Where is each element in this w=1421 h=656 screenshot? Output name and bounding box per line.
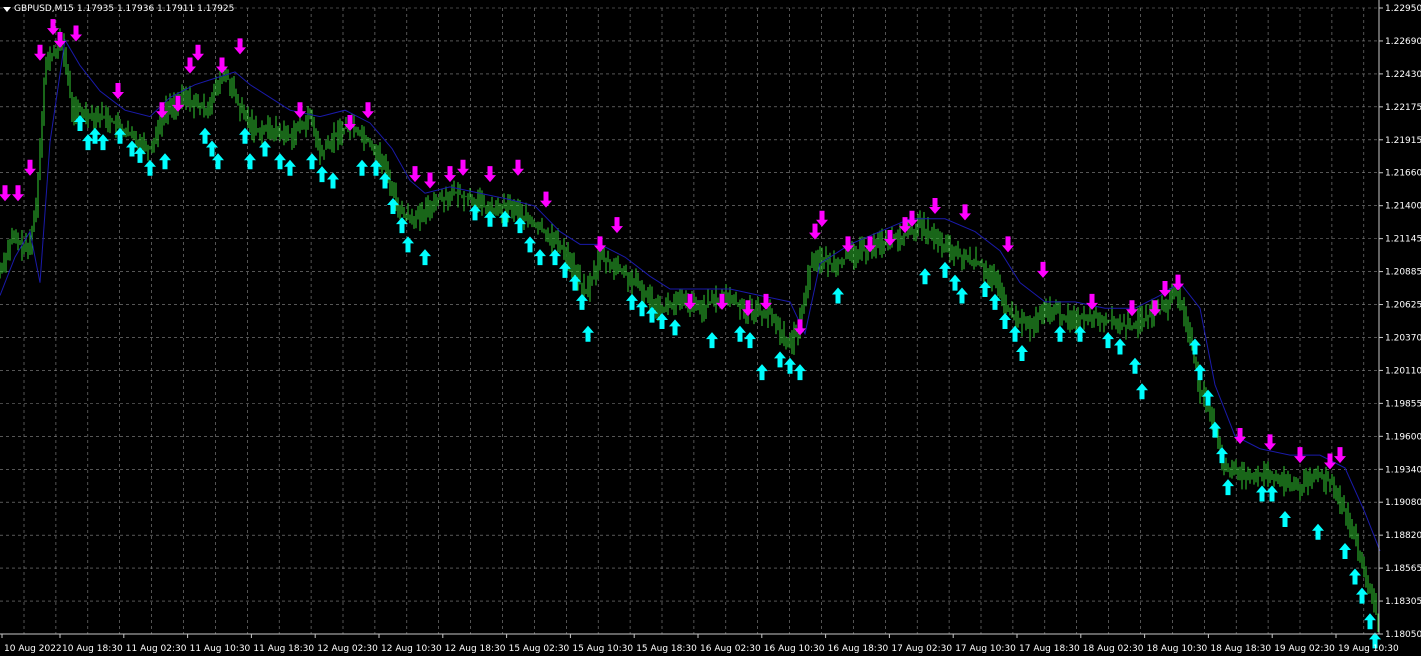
price-label: 1.18565 bbox=[1385, 564, 1421, 574]
time-label: 18 Aug 02:30 bbox=[1083, 644, 1144, 654]
time-label: 11 Aug 02:30 bbox=[126, 644, 187, 654]
time-label: 15 Aug 02:30 bbox=[509, 644, 570, 654]
price-label: 1.18305 bbox=[1385, 597, 1421, 607]
time-label: 17 Aug 18:30 bbox=[1019, 644, 1080, 654]
time-label: 12 Aug 02:30 bbox=[317, 644, 378, 654]
time-label: 12 Aug 10:30 bbox=[381, 644, 442, 654]
time-label: 16 Aug 02:30 bbox=[700, 644, 761, 654]
time-label: 11 Aug 18:30 bbox=[253, 644, 314, 654]
time-label: 10 Aug 2022 bbox=[4, 644, 62, 654]
price-label: 1.19080 bbox=[1385, 498, 1421, 508]
price-label: 1.18820 bbox=[1385, 531, 1421, 541]
symbol-label: GBPUSD,M15 bbox=[14, 4, 74, 14]
price-label: 1.21145 bbox=[1385, 235, 1421, 245]
time-label: 18 Aug 18:30 bbox=[1210, 644, 1271, 654]
price-label: 1.22690 bbox=[1385, 37, 1421, 47]
chevron-down-icon[interactable] bbox=[3, 6, 11, 12]
price-chart[interactable]: 1.22950 1.22690 1.22430 1.22175 1.21915 1.216… bbox=[0, 0, 1421, 656]
price-label: 1.19340 bbox=[1385, 465, 1421, 475]
time-label: 15 Aug 10:30 bbox=[572, 644, 633, 654]
price-label: 1.22950 bbox=[1385, 4, 1421, 14]
price-label: 1.20625 bbox=[1385, 301, 1421, 311]
time-label: 16 Aug 18:30 bbox=[828, 644, 889, 654]
chart-header[interactable]: GBPUSD,M15 1.17935 1.17936 1.17911 1.179… bbox=[3, 2, 234, 16]
time-label: 17 Aug 10:30 bbox=[955, 644, 1016, 654]
time-label: 19 Aug 10:30 bbox=[1338, 644, 1399, 654]
price-label: 1.19600 bbox=[1385, 432, 1421, 442]
time-label: 19 Aug 02:30 bbox=[1274, 644, 1335, 654]
price-label: 1.20370 bbox=[1385, 333, 1421, 343]
chart-background bbox=[0, 0, 1421, 656]
time-label: 15 Aug 18:30 bbox=[636, 644, 697, 654]
price-label: 1.22430 bbox=[1385, 70, 1421, 80]
price-label: 1.22175 bbox=[1385, 103, 1421, 113]
time-label: 16 Aug 10:30 bbox=[764, 644, 825, 654]
price-label: 1.19855 bbox=[1385, 399, 1421, 409]
time-label: 10 Aug 18:30 bbox=[62, 644, 123, 654]
time-label: 12 Aug 18:30 bbox=[445, 644, 506, 654]
price-label: 1.18050 bbox=[1385, 630, 1421, 640]
price-label: 1.20885 bbox=[1385, 268, 1421, 278]
price-label: 1.20110 bbox=[1385, 366, 1421, 376]
price-label: 1.21915 bbox=[1385, 136, 1421, 146]
ohlc-values: 1.17935 1.17936 1.17911 1.17925 bbox=[76, 4, 235, 14]
time-label: 18 Aug 10:30 bbox=[1147, 644, 1208, 654]
price-label: 1.21400 bbox=[1385, 202, 1421, 212]
time-label: 17 Aug 02:30 bbox=[891, 644, 952, 654]
time-label: 11 Aug 10:30 bbox=[190, 644, 251, 654]
price-label: 1.21660 bbox=[1385, 169, 1421, 179]
